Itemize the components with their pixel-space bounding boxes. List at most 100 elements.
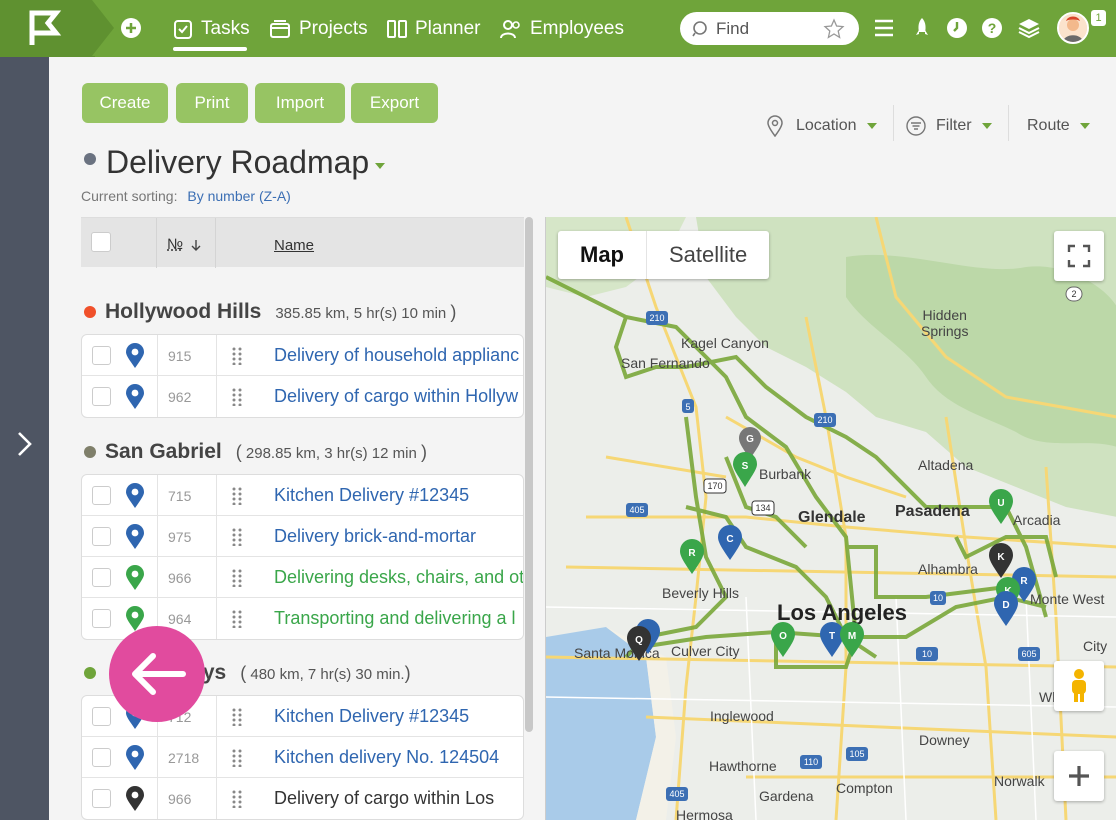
row-checkbox[interactable] [92,707,111,726]
drag-handle-icon[interactable] [232,528,242,546]
export-button[interactable]: Export [351,83,438,123]
row-checkbox[interactable] [92,748,111,767]
filter-label: Filter [936,117,972,134]
row-checkbox[interactable] [92,609,111,628]
task-name-link[interactable]: Delivery of cargo within Los [274,788,494,809]
zoom-in-button[interactable] [1054,751,1104,801]
select-all-checkbox[interactable] [91,232,111,252]
task-name-link[interactable]: Kitchen Delivery #12345 [274,706,469,727]
street-view-pegman[interactable] [1054,661,1104,711]
print-button[interactable]: Print [176,83,248,123]
group-color-dot [84,667,96,679]
row-checkbox[interactable] [92,568,111,587]
filter-dropdown[interactable]: Filter [906,115,992,137]
table-row[interactable]: 2718 Kitchen delivery No. 124504 [82,737,523,778]
collapsed-sidebar[interactable] [0,57,49,820]
drag-handle-icon[interactable] [232,790,242,808]
drag-handle-icon[interactable] [232,388,242,406]
help-icon[interactable]: ? [981,17,1003,39]
nav-planner[interactable]: Planner [387,0,481,57]
back-fab-button[interactable] [109,626,205,722]
map-marker-green-s[interactable]: S [733,452,757,487]
app-logo[interactable] [0,0,95,57]
add-icon[interactable] [120,17,142,39]
map-marker-green-u[interactable]: U [989,489,1013,524]
map-marker-blue-1[interactable]: C [718,525,742,560]
table-row[interactable]: 966 Delivering desks, chairs, and ot [82,557,523,598]
location-pin-icon [767,115,783,137]
group-header-san-gabriel[interactable]: San Gabriel ( 298.85 km, 3 hr(s) 12 min … [84,438,427,466]
location-pin-icon[interactable] [125,483,145,509]
drag-handle-icon[interactable] [232,708,242,726]
group-meta-close-paren: ) [450,301,457,322]
map-markers: G S C R U K R K D O T M Q [627,427,1036,661]
user-avatar[interactable] [1057,12,1089,44]
drag-handle-icon[interactable] [232,569,242,587]
rocket-icon[interactable] [912,16,932,40]
map-marker-green-r[interactable]: R [680,539,704,574]
sorting-info: Current sorting: By number (Z-A) [81,188,291,204]
table-row[interactable]: 966 Delivery of cargo within Los [82,778,523,819]
map-marker-green-o[interactable]: O [771,622,795,657]
task-name-link[interactable]: Delivery brick-and-mortar [274,526,476,547]
route-dropdown[interactable]: Route [1027,115,1090,137]
location-pin-icon[interactable] [125,524,145,550]
task-name-link[interactable]: Transporting and delivering a l [274,608,515,629]
task-name-link[interactable]: Delivery of household applianc [274,345,519,366]
name-column-header[interactable]: Name [274,237,314,254]
task-name-link[interactable]: Delivering desks, chairs, and ot [274,567,523,588]
route-map[interactable]: 210 5 210 405 134 170 10 10 605 105 110 … [545,217,1116,820]
timer-icon[interactable] [946,17,968,39]
drag-handle-icon[interactable] [232,610,242,628]
table-row[interactable]: 915 Delivery of household applianc [82,335,523,376]
task-name-link[interactable]: Delivery of cargo within Hollyw [274,386,518,407]
map-tab-map[interactable]: Map [558,231,646,279]
svg-text:?: ? [988,20,997,36]
row-checkbox[interactable] [92,789,111,808]
map-marker-blue-t[interactable]: T [820,622,844,657]
drag-handle-icon[interactable] [232,749,242,767]
create-button[interactable]: Create [82,83,168,123]
location-pin-icon[interactable] [125,786,145,812]
task-name-link[interactable]: Kitchen delivery No. 124504 [274,747,499,768]
location-pin-icon[interactable] [125,384,145,410]
favorite-star-icon[interactable] [823,18,845,40]
group-meta-open-paren: ( [235,441,242,462]
search-icon [692,20,707,36]
row-checkbox[interactable] [92,486,111,505]
group-header-hollywood-hills[interactable]: Hollywood Hills 385.85 km, 5 hr(s) 10 mi… [84,298,456,326]
map-marker-dark-q[interactable]: Q [627,626,651,661]
location-pin-icon[interactable] [125,565,145,591]
fullscreen-button[interactable] [1054,231,1104,281]
row-checkbox[interactable] [92,387,111,406]
map-marker-dark-k[interactable]: K [989,543,1013,578]
import-button[interactable]: Import [255,83,345,123]
location-dropdown[interactable]: Location [766,115,877,137]
number-column-header[interactable]: № [167,236,183,253]
row-checkbox[interactable] [92,527,111,546]
expand-sidebar-chevron-icon[interactable] [14,429,36,459]
title-dropdown-caret-icon[interactable] [375,163,385,169]
row-checkbox[interactable] [92,346,111,365]
search-input[interactable]: Find [680,12,859,45]
menu-icon[interactable] [873,18,895,38]
table-row[interactable]: 975 Delivery brick-and-mortar [82,516,523,557]
list-scrollbar[interactable] [525,217,533,732]
map-marker-green-m[interactable]: M [840,622,864,657]
map-tab-satellite[interactable]: Satellite [646,231,769,279]
top-navbar: Tasks Projects Planner Employees Find ? … [0,0,1116,57]
layers-icon[interactable] [1018,17,1040,39]
drag-handle-icon[interactable] [232,487,242,505]
nav-projects[interactable]: Projects [269,0,368,57]
task-name-link[interactable]: Kitchen Delivery #12345 [274,485,469,506]
location-pin-icon[interactable] [125,343,145,369]
table-row[interactable]: 715 Kitchen Delivery #12345 [82,475,523,516]
row-number: 964 [168,611,192,627]
location-pin-icon[interactable] [125,745,145,771]
sorting-value-link[interactable]: By number (Z-A) [187,188,290,204]
drag-handle-icon[interactable] [232,347,242,365]
sort-desc-arrow-icon[interactable] [191,239,201,252]
nav-employees[interactable]: Employees [500,0,624,57]
table-row[interactable]: 962 Delivery of cargo within Hollyw [82,376,523,417]
map-marker-blue-d[interactable]: D [994,591,1018,626]
